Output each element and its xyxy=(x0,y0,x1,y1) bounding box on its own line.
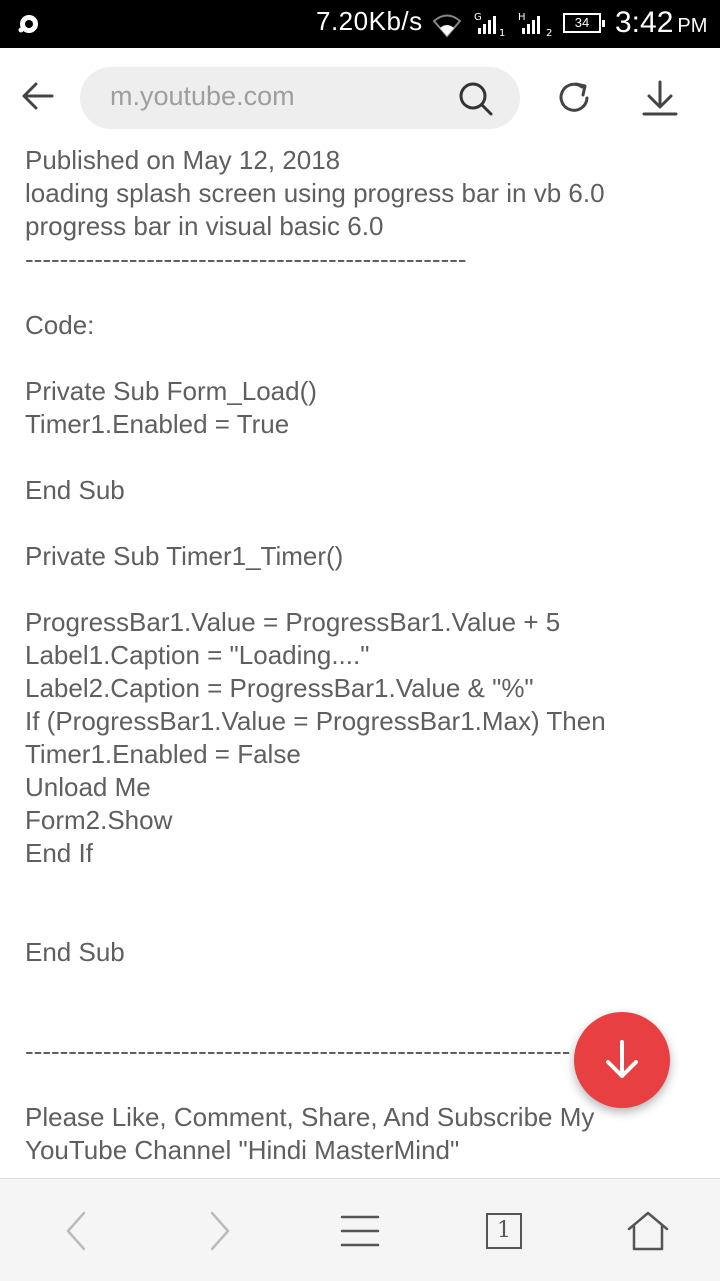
description-line: Unload Me xyxy=(25,772,151,802)
description-line: End Sub xyxy=(25,475,125,505)
svg-text:1: 1 xyxy=(499,28,505,38)
description-line: ProgressBar1.Value = ProgressBar1.Value … xyxy=(25,607,561,637)
description-line: Please Like, Comment, Share, And Subscri… xyxy=(25,1102,595,1132)
signal-sim2-icon: H 2 xyxy=(518,12,552,38)
arrow-down-icon xyxy=(606,1040,638,1078)
svg-text:2: 2 xyxy=(546,28,552,38)
back-nav-icon[interactable] xyxy=(56,1209,100,1253)
back-arrow-icon[interactable] xyxy=(20,78,56,114)
bottom-nav-bar: 1 xyxy=(0,1178,720,1281)
description-line xyxy=(25,573,695,606)
svg-text:H: H xyxy=(518,12,526,23)
status-bar: 7.20Kb/s G 1 H 2 34 3:42 PM xyxy=(0,0,720,48)
forward-nav-icon[interactable] xyxy=(196,1209,240,1253)
description-line xyxy=(25,342,695,375)
description-line: If (ProgressBar1.Value = ProgressBar1.Ma… xyxy=(25,706,606,736)
menu-icon[interactable] xyxy=(338,1209,382,1253)
refresh-icon[interactable] xyxy=(554,78,594,118)
browser-toolbar: m.youtube.com xyxy=(0,48,720,144)
screen-recorder-icon xyxy=(18,15,38,33)
battery-icon: 34 xyxy=(563,13,605,33)
wifi-icon xyxy=(432,14,462,38)
description-line xyxy=(25,276,695,309)
clock-time: 3:42 xyxy=(615,6,674,39)
description-line: Private Sub Timer1_Timer() xyxy=(25,541,344,571)
description-line xyxy=(25,441,695,474)
search-icon[interactable] xyxy=(458,81,494,117)
description-line: Timer1.Enabled = False xyxy=(25,739,301,769)
description-line xyxy=(25,969,695,1002)
description-line: End If xyxy=(25,838,93,868)
clock-ampm: PM xyxy=(677,15,708,37)
description-line: Form2.Show xyxy=(25,805,173,835)
description-line: End Sub xyxy=(25,937,125,967)
home-icon[interactable] xyxy=(626,1209,670,1253)
url-text[interactable]: m.youtube.com xyxy=(110,81,295,112)
description-line xyxy=(25,870,695,903)
clock: 3:42 PM xyxy=(615,6,707,40)
description-line: Timer1.Enabled = True xyxy=(25,409,290,439)
description-line xyxy=(25,903,695,936)
description-line: Private Sub Form_Load() xyxy=(25,376,317,406)
scroll-down-button[interactable] xyxy=(574,1012,670,1108)
description-line: Published on May 12, 2018 xyxy=(25,145,341,175)
description-line: Code: xyxy=(25,310,95,340)
description-line: Label2.Caption = ProgressBar1.Value & "%… xyxy=(25,673,534,703)
description-line xyxy=(25,507,695,540)
description-line: progress bar in visual basic 6.0 xyxy=(25,211,384,241)
network-speed: 7.20Kb/s xyxy=(316,6,423,36)
address-bar[interactable]: m.youtube.com xyxy=(80,67,520,129)
signal-sim1-icon: G 1 xyxy=(474,12,505,38)
description-line: loading splash screen using progress bar… xyxy=(25,178,605,208)
description-line: Label1.Caption = "Loading...." xyxy=(25,640,370,670)
download-icon[interactable] xyxy=(640,78,680,118)
separator-line: ----------------------------------------… xyxy=(25,244,467,274)
description-line: YouTube Channel "Hindi MasterMind" xyxy=(25,1135,460,1165)
sim1-type-label: G xyxy=(474,12,482,23)
tabs-button[interactable]: 1 xyxy=(486,1213,522,1249)
